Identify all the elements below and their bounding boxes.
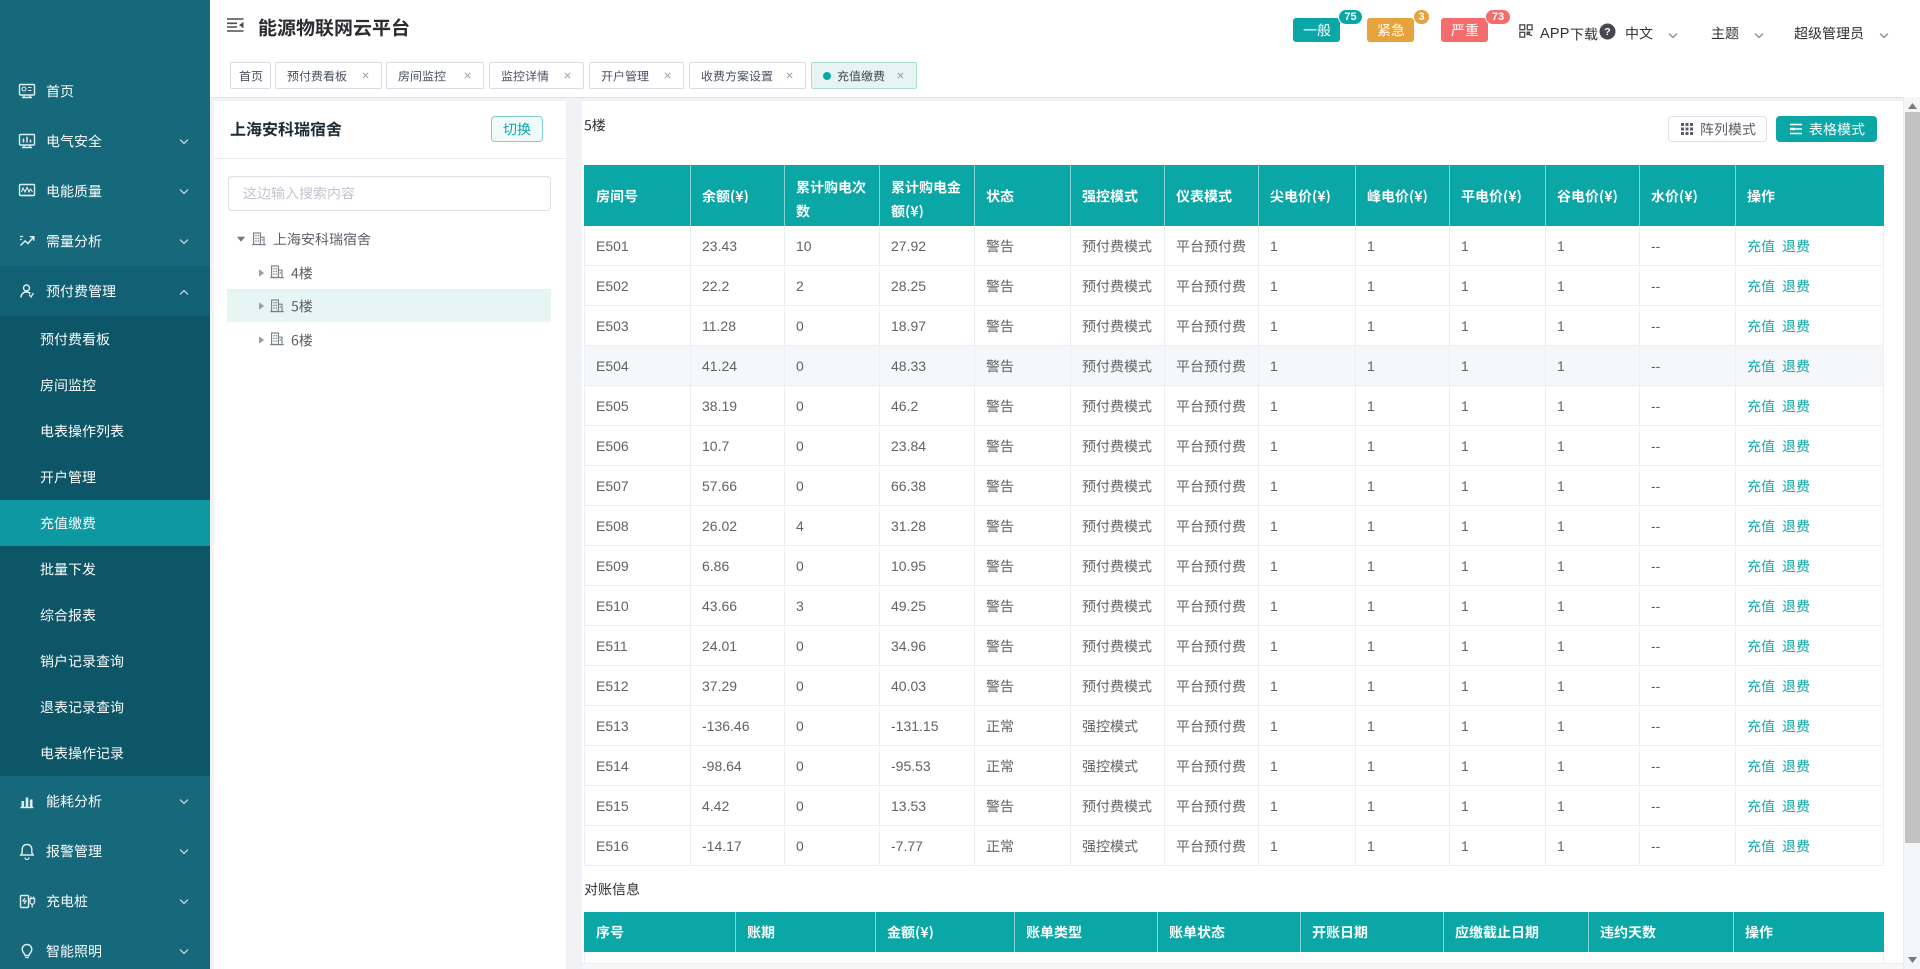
svg-text:?: ? [1604,26,1610,38]
